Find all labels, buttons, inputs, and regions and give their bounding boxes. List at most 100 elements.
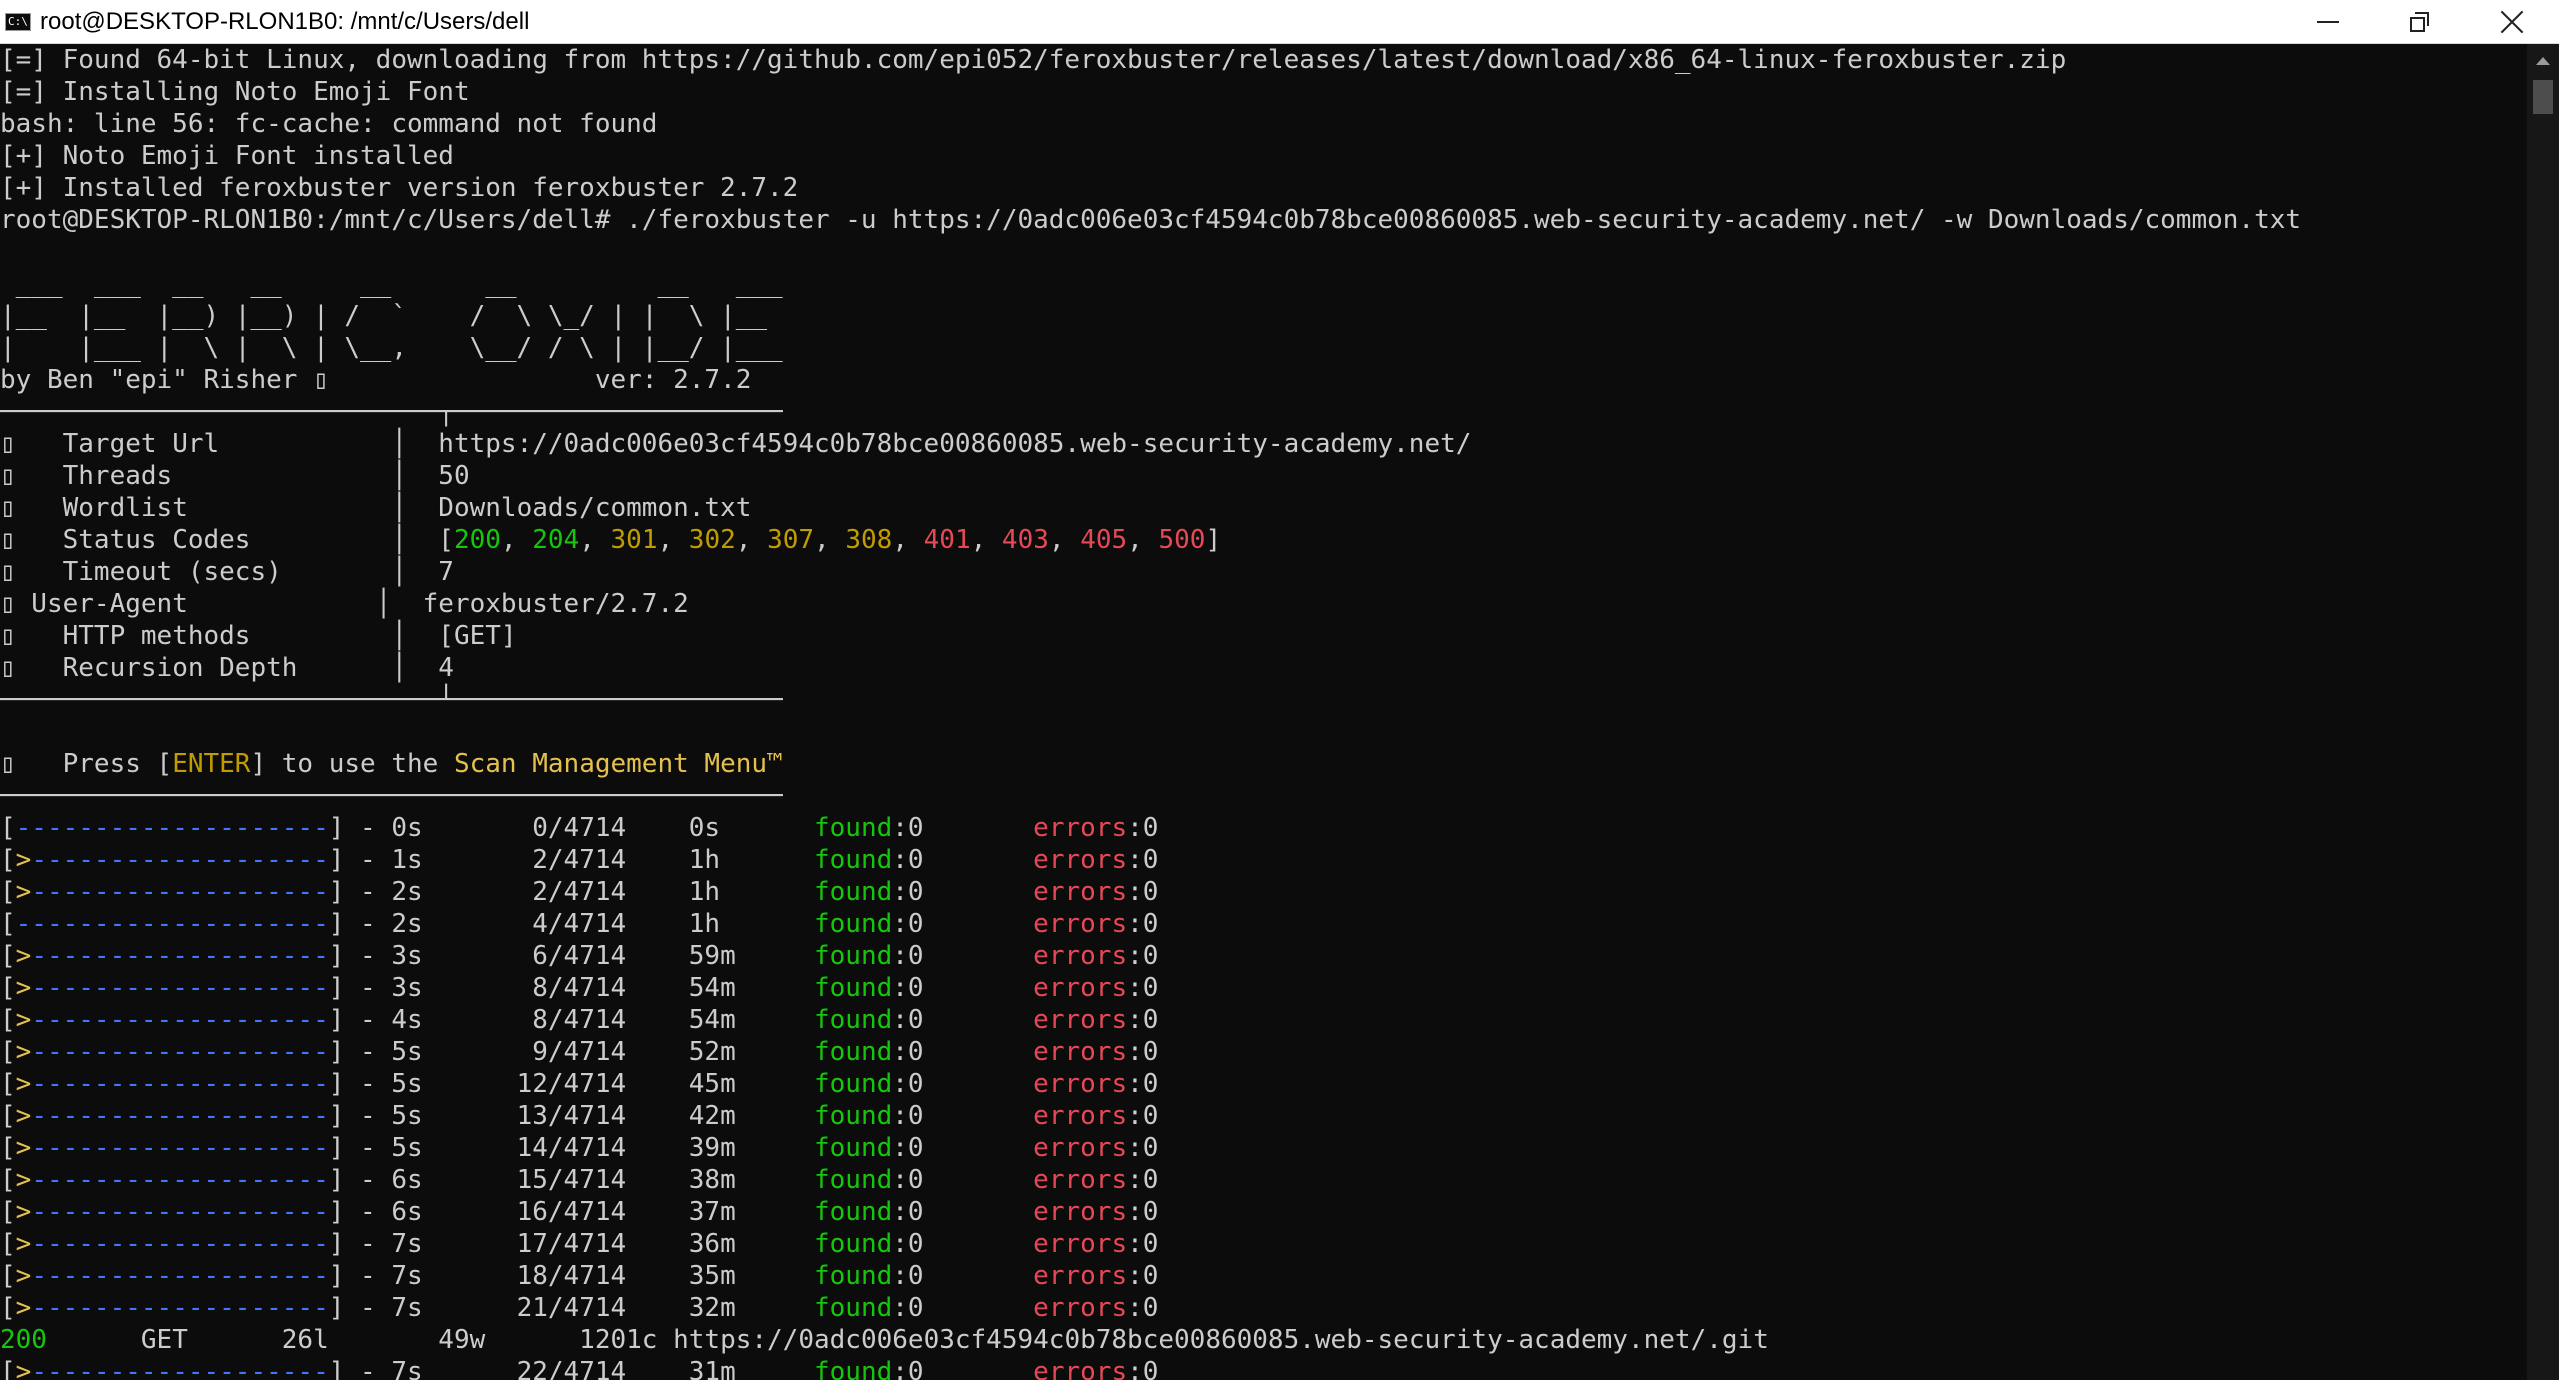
found-label: found	[814, 909, 893, 939]
terminal-output: [=] Found 64-bit Linux, downloading from…	[0, 44, 2301, 1380]
title-bar[interactable]: C:\. root@DESKTOP-RLON1B0: /mnt/c/Users/…	[0, 0, 2559, 44]
progress-indicator: >	[15, 973, 32, 1003]
found-count: :0	[892, 1069, 1034, 1099]
config-label: Status Codes │ [	[15, 525, 454, 555]
progress-stats: ] - 7s 21/4714 32m	[328, 1293, 814, 1323]
progress-bar: -------------------	[31, 877, 329, 907]
errors-count: :0	[1127, 1133, 1159, 1163]
setup-line: [=] Installing Noto Emoji Font	[0, 77, 470, 107]
errors-count: :0	[1127, 1197, 1159, 1227]
progress-row: [>-------------------] - 5s 12/4714 45m …	[0, 1069, 1159, 1099]
config-row: ▯ Target Url │ https://0adc006e03cf4594c…	[0, 428, 2301, 460]
progress-bar: --------------------	[15, 909, 329, 939]
status-code: 307	[767, 525, 815, 555]
banner-line: | |___ | \ | \ | \__, \__/ / \ | |__/ |_…	[0, 333, 783, 363]
status-code: 403	[1001, 525, 1049, 555]
progress-row: [>-------------------] - 6s 16/4714 37m …	[0, 1197, 1159, 1227]
found-label: found	[814, 1261, 893, 1291]
errors-label: errors	[1033, 813, 1128, 843]
config-icon: ▯	[0, 557, 16, 587]
progress-row: [>-------------------] - 3s 6/4714 59m f…	[0, 941, 1159, 971]
found-label: found	[814, 845, 893, 875]
progress-bar: -------------------	[31, 1197, 329, 1227]
errors-label: errors	[1033, 1037, 1128, 1067]
config-icon: ▯	[0, 653, 16, 683]
progress-bar: -------------------	[31, 1261, 329, 1291]
progress-row: [>-------------------] - 2s 2/4714 1h fo…	[0, 877, 1159, 907]
maximize-button[interactable]	[2374, 0, 2466, 44]
found-count: :0	[892, 1133, 1034, 1163]
window-title: root@DESKTOP-RLON1B0: /mnt/c/Users/dell	[40, 8, 530, 35]
progress-bar: -------------------	[31, 1357, 329, 1380]
status-code: 200	[453, 525, 501, 555]
progress-bar: -------------------	[31, 1165, 329, 1195]
progress-indicator: >	[15, 1037, 32, 1067]
progress-stats: ] - 7s 22/4714 31m	[328, 1357, 814, 1380]
console-area[interactable]: [=] Found 64-bit Linux, downloading from…	[0, 44, 2527, 1380]
status-code: 301	[610, 525, 658, 555]
result-status: 200	[0, 1325, 47, 1355]
found-label: found	[814, 1357, 893, 1380]
config-icon: ▯	[0, 461, 16, 491]
found-count: :0	[892, 877, 1034, 907]
progress-indicator: >	[15, 1197, 32, 1227]
progress-stats: ] - 0s 0/4714 0s	[328, 813, 814, 843]
progress-stats: ] - 5s 13/4714 42m	[328, 1101, 814, 1131]
banner-line: |__ |__ |__) |__) | / ` / \ \_/ | | \ |_…	[0, 301, 768, 331]
result-url: https://0adc006e03cf4594c0b78bce00860085…	[673, 1325, 1769, 1355]
errors-count: :0	[1127, 1005, 1159, 1035]
close-button[interactable]	[2466, 0, 2558, 44]
config-label: HTTP methods │	[15, 621, 439, 651]
progress-bar: -------------------	[31, 973, 329, 1003]
config-value: [GET]	[438, 621, 517, 651]
setup-line: [+] Installed feroxbuster version feroxb…	[0, 173, 799, 203]
setup-line: bash: line 56: fc-cache: command not fou…	[0, 109, 658, 139]
progress-stats: ] - 4s 8/4714 54m	[328, 1005, 814, 1035]
config-row: ▯ Wordlist │ Downloads/common.txt	[0, 492, 2301, 524]
command-prompt: root@DESKTOP-RLON1B0:/mnt/c/Users/dell# …	[0, 205, 2302, 235]
progress-bar: -------------------	[31, 1101, 329, 1131]
config-value: 4	[438, 653, 454, 683]
errors-label: errors	[1033, 1165, 1128, 1195]
found-label: found	[814, 941, 893, 971]
config-row-status-codes: ▯ Status Codes │ [200, 204, 301, 302, 30…	[0, 525, 1222, 555]
setup-line: [=] Found 64-bit Linux, downloading from…	[0, 45, 2067, 75]
progress-stats: ] - 7s 17/4714 36m	[328, 1229, 814, 1259]
errors-label: errors	[1033, 1197, 1128, 1227]
minimize-button[interactable]	[2282, 0, 2374, 44]
found-count: :0	[892, 1165, 1034, 1195]
errors-count: :0	[1127, 1229, 1159, 1259]
errors-count: :0	[1127, 1069, 1159, 1099]
errors-label: errors	[1033, 973, 1128, 1003]
divider: ────────────────────────────┬───────────…	[0, 397, 783, 427]
progress-indicator: >	[15, 1069, 32, 1099]
progress-bar: -------------------	[31, 941, 329, 971]
progress-row: [>-------------------] - 3s 8/4714 54m f…	[0, 973, 1159, 1003]
scroll-up-arrow-icon[interactable]	[2527, 44, 2559, 78]
progress-bar: -------------------	[31, 1293, 329, 1323]
errors-count: :0	[1127, 813, 1159, 843]
progress-row: [>-------------------] - 5s 13/4714 42m …	[0, 1101, 1159, 1131]
found-label: found	[814, 1069, 893, 1099]
config-value: 7	[438, 557, 454, 587]
vertical-scrollbar[interactable]	[2527, 44, 2559, 1380]
result-stats: GET 26l 49w 1201c	[46, 1325, 674, 1355]
errors-count: :0	[1127, 877, 1159, 907]
scrollbar-thumb[interactable]	[2533, 80, 2553, 114]
progress-stats: ] - 5s 12/4714 45m	[328, 1069, 814, 1099]
status-code: 500	[1158, 525, 1206, 555]
errors-label: errors	[1033, 1261, 1128, 1291]
errors-label: errors	[1033, 877, 1128, 907]
scan-management-menu-label: Scan Management Menu™	[453, 749, 783, 779]
progress-bar: -------------------	[31, 1229, 329, 1259]
progress-indicator: >	[15, 1357, 32, 1380]
found-count: :0	[892, 973, 1034, 1003]
minimize-icon	[2317, 21, 2339, 23]
config-icon: ▯	[0, 621, 16, 651]
progress-indicator: >	[15, 1101, 32, 1131]
progress-row: [>-------------------] - 5s 14/4714 39m …	[0, 1133, 1159, 1163]
progress-stats: ] - 5s 14/4714 39m	[328, 1133, 814, 1163]
press-enter-line: ▯ Press [ENTER] to use the Scan Manageme…	[0, 749, 783, 779]
